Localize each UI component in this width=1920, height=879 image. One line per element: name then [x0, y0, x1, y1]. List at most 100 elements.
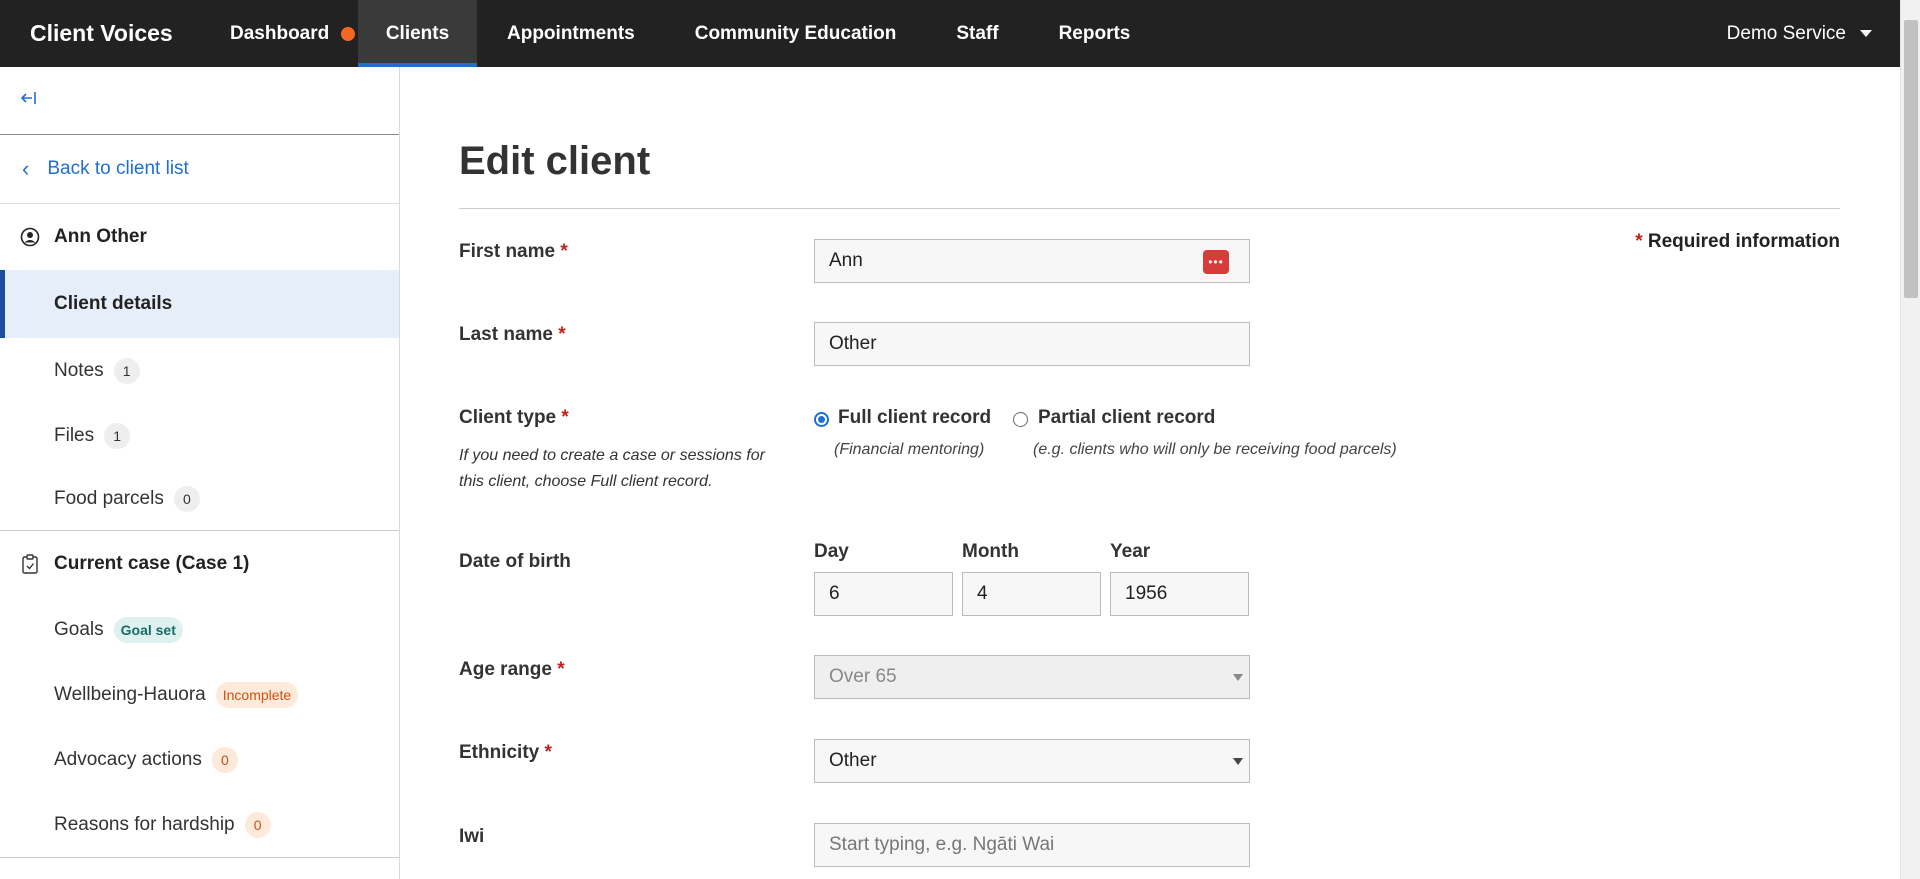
nav-reports-label: Reports	[1058, 22, 1131, 44]
nav-clients-label: Clients	[385, 22, 450, 44]
iwi-input[interactable]: Start typing, e.g. Ngāti Wai	[814, 823, 1250, 867]
full-client-record-radio[interactable]	[814, 412, 829, 427]
collapse-left-icon[interactable]	[20, 89, 38, 113]
current-case-header: Current case (Case 1)	[0, 531, 399, 597]
required-mark: *	[561, 407, 569, 428]
day-label: Day	[814, 541, 849, 562]
date-of-birth-label: Date of birth	[459, 551, 571, 572]
scrollbar-thumb[interactable]	[1904, 20, 1918, 298]
sidebar-item-label: Client details	[54, 293, 173, 314]
app-logo[interactable]: Client Voices	[0, 0, 210, 67]
caret-down-icon	[1860, 30, 1872, 37]
user-circle-icon	[20, 227, 40, 247]
caret-down-icon	[1233, 758, 1243, 765]
first-name-value: Ann	[829, 250, 863, 271]
main-content: Edit client * Required information First…	[400, 67, 1900, 879]
first-name-input[interactable]: Ann •••	[814, 239, 1250, 283]
sidebar-item-wellbeing[interactable]: Wellbeing-Hauora Incomplete	[0, 662, 399, 727]
nav-appointments[interactable]: Appointments	[477, 0, 665, 67]
sidebar: ‹ Back to client list Ann Other Client d…	[0, 67, 400, 879]
sidebar-item-label: Goals	[54, 618, 104, 640]
clipboard-check-icon	[20, 554, 40, 574]
year-input[interactable]: 1956	[1110, 572, 1249, 616]
sidebar-item-advocacy-actions[interactable]: Advocacy actions 0	[0, 727, 399, 792]
alert-dot-icon	[341, 26, 356, 41]
required-mark: *	[558, 324, 566, 345]
partial-client-record-radio[interactable]	[1013, 412, 1028, 427]
last-name-input[interactable]: Other	[814, 322, 1250, 366]
count-badge: 0	[244, 811, 271, 838]
count-badge: 1	[113, 357, 140, 384]
ethnicity-value: Other	[829, 750, 877, 771]
nav-dashboard[interactable]: Dashboard	[210, 0, 358, 67]
page-title: Edit client	[459, 139, 651, 183]
nav-community-education-label: Community Education	[694, 22, 897, 44]
day-input[interactable]: 6	[814, 572, 953, 616]
sidebar-item-label: Food parcels	[54, 488, 164, 509]
nav-staff-label: Staff	[956, 22, 999, 44]
required-info-note: * Required information	[1635, 231, 1840, 253]
required-mark: *	[1635, 231, 1643, 252]
nav-dashboard-label: Dashboard	[230, 22, 330, 44]
day-value: 6	[829, 583, 840, 604]
partial-client-record-label[interactable]: Partial client record	[1038, 407, 1215, 429]
required-mark: *	[544, 742, 552, 763]
sidebar-item-goals[interactable]: Goals Goal set	[0, 597, 399, 662]
top-nav: Client Voices Dashboard Clients Appointm…	[0, 0, 1900, 67]
field-label-text: First name	[459, 241, 556, 262]
required-mark: *	[560, 241, 568, 262]
sidebar-item-reasons-for-hardship[interactable]: Reasons for hardship 0	[0, 792, 399, 857]
client-name-header: Ann Other	[0, 204, 399, 270]
last-name-label: Last name *	[459, 324, 566, 346]
client-name: Ann Other	[54, 226, 147, 247]
status-badge: Incomplete	[215, 681, 299, 708]
nav-reports[interactable]: Reports	[1029, 0, 1161, 67]
ethnicity-label: Ethnicity *	[459, 742, 552, 764]
year-value: 1956	[1125, 583, 1168, 604]
sidebar-collapse-row	[0, 67, 399, 135]
age-range-value: Over 65	[829, 666, 897, 687]
current-case-title: Current case (Case 1)	[54, 553, 250, 574]
count-badge: 0	[173, 486, 200, 512]
title-divider	[459, 208, 1840, 209]
field-label-text: Last name	[459, 324, 553, 345]
ethnicity-select[interactable]: Other	[814, 739, 1250, 783]
last-name-value: Other	[829, 333, 877, 354]
field-label-text: Ethnicity	[459, 742, 540, 763]
user-menu-label: Demo Service	[1726, 22, 1846, 44]
nav-staff[interactable]: Staff	[926, 0, 1028, 67]
full-client-record-label[interactable]: Full client record	[838, 407, 991, 429]
sidebar-item-client-details[interactable]: Client details	[0, 270, 399, 338]
caret-down-icon	[1233, 674, 1243, 681]
sidebar-item-label: Wellbeing-Hauora	[54, 683, 206, 705]
sidebar-item-files[interactable]: Files 1	[0, 403, 399, 468]
client-type-help: If you need to create a case or sessions…	[459, 447, 765, 490]
partial-client-record-hint: (e.g. clients who will only be receiving…	[1033, 441, 1397, 458]
month-input[interactable]: 4	[962, 572, 1101, 616]
status-badge: Goal set	[113, 616, 183, 643]
age-range-label: Age range *	[459, 659, 565, 681]
count-badge: 1	[104, 422, 131, 449]
first-name-label: First name *	[459, 241, 568, 263]
sidebar-item-notes[interactable]: Notes 1	[0, 338, 399, 403]
age-range-select: Over 65	[814, 655, 1250, 699]
iwi-label: Iwi	[459, 826, 484, 848]
user-menu[interactable]: Demo Service	[1727, 0, 1900, 67]
nav-community-education[interactable]: Community Education	[665, 0, 927, 67]
field-label-text: Client type	[459, 407, 557, 428]
page-scrollbar[interactable]	[1900, 0, 1920, 879]
back-to-client-list-link[interactable]: ‹ Back to client list	[0, 135, 399, 204]
sidebar-item-food-parcels[interactable]: Food parcels 0	[0, 468, 399, 530]
sidebar-item-label: Files	[54, 424, 95, 446]
client-type-label: Client type *	[459, 407, 569, 429]
full-client-record-hint: (Financial mentoring)	[834, 441, 985, 458]
password-manager-icon[interactable]: •••	[1203, 250, 1229, 274]
field-label-text: Iwi	[459, 826, 485, 847]
sidebar-divider	[0, 857, 399, 858]
sidebar-item-label: Notes	[54, 359, 104, 381]
nav-clients[interactable]: Clients	[358, 0, 477, 67]
required-note-text: Required information	[1647, 231, 1840, 252]
month-value: 4	[977, 583, 988, 604]
chevron-left-icon: ‹	[22, 156, 30, 181]
